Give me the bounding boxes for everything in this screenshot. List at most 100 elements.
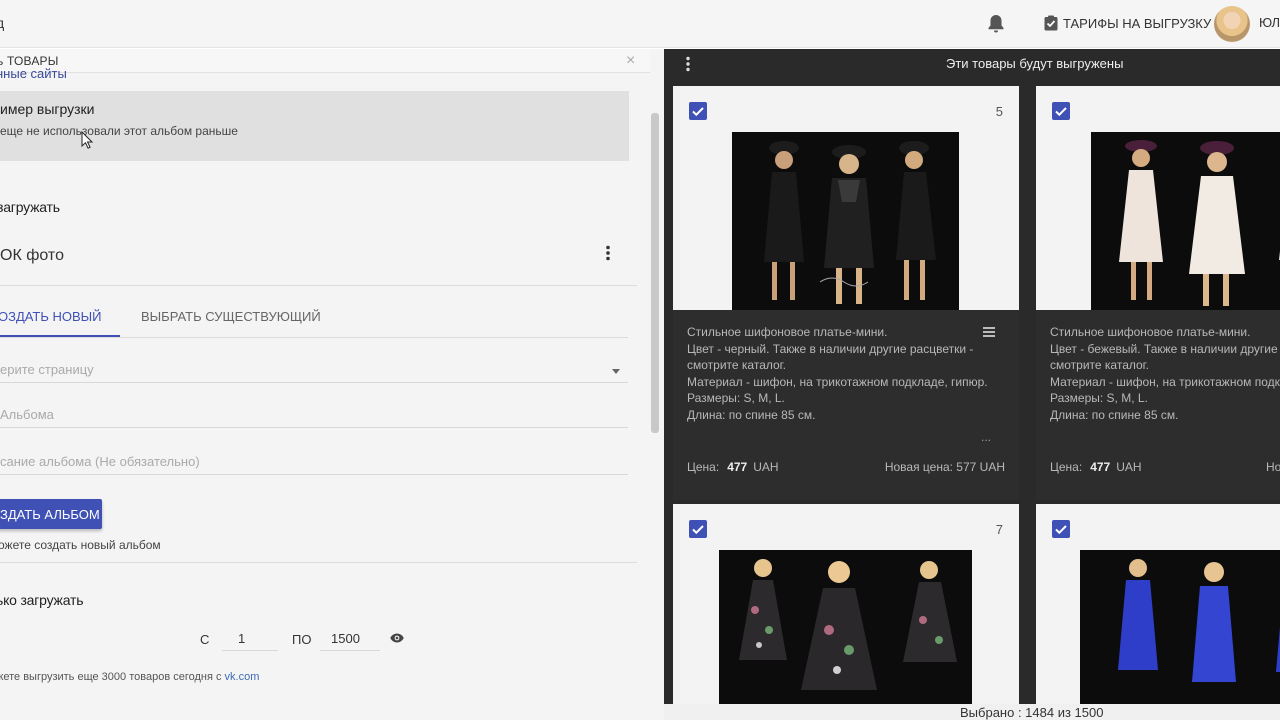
desc-line: Размеры: S, M, L. bbox=[687, 391, 785, 406]
product-checkbox[interactable] bbox=[689, 520, 707, 538]
price-currency: UAH bbox=[1116, 460, 1142, 474]
desc-line: Стильное шифоновое платье-мини. bbox=[1050, 325, 1251, 339]
product-number: 7 bbox=[995, 522, 1003, 537]
product-description: Стильное шифоновое платье-мини. Цвет - ч… bbox=[687, 324, 1005, 424]
price: Цена: 477 UAH bbox=[1050, 460, 1142, 474]
album-description-placeholder: сание альбома (Не обязательно) bbox=[0, 454, 200, 469]
card-details: Стильное шифоновое платье-мини. Цвет - б… bbox=[1036, 310, 1280, 500]
daily-limit-message: жете выгрузить еще 3000 товаров сегодня … bbox=[0, 671, 225, 683]
desc-line: Материал - шифон, на трикотажном подклад… bbox=[687, 374, 988, 389]
price-label: Цена: bbox=[687, 460, 720, 474]
album-name-field[interactable]: Альбома bbox=[0, 404, 628, 428]
check-icon bbox=[692, 525, 704, 535]
range-from-input[interactable] bbox=[222, 627, 278, 651]
selection-count: Выбрано : 1484 из 1500 bbox=[960, 705, 1104, 720]
desc-line: Длина: по спине 85 см. bbox=[1050, 407, 1179, 422]
tab-create-new[interactable]: ОЗДАТЬ НОВЫЙ bbox=[0, 309, 102, 324]
dress-photo-image bbox=[1091, 132, 1280, 310]
album-description-field[interactable]: сание альбома (Не обязательно) bbox=[0, 451, 628, 475]
example-box: имер выгрузки еще не использовали этот а… bbox=[0, 91, 629, 161]
desc-line: Длина: по спине 85 см. bbox=[687, 407, 816, 422]
selection-status-bar: Выбрано : 1484 из 1500 bbox=[664, 704, 1280, 720]
range-to-label: ПО bbox=[292, 632, 312, 647]
vk-link[interactable]: vk.com bbox=[225, 671, 260, 683]
album-name-placeholder: Альбома bbox=[0, 407, 54, 422]
product-checkbox[interactable] bbox=[1052, 520, 1070, 538]
divider bbox=[0, 285, 637, 286]
card-image-area: 7 bbox=[673, 504, 1019, 720]
product-photo bbox=[1091, 132, 1280, 310]
tab-choose-existing[interactable]: ВЫБРАТЬ СУЩЕСТВУЮЩИЙ bbox=[141, 309, 321, 324]
range-from-label: С bbox=[200, 632, 210, 647]
daily-limit-text: жете выгрузить еще 3000 товаров сегодня … bbox=[0, 671, 259, 683]
panel-header: ь ТОВАРЫ × bbox=[0, 49, 650, 73]
desc-line: Размеры: S, M, L. bbox=[1050, 391, 1148, 406]
mouse-cursor-icon bbox=[81, 131, 93, 149]
preview-title: Эти товары будут выгружены bbox=[946, 56, 1124, 71]
eye-icon[interactable] bbox=[390, 633, 404, 643]
bell-icon[interactable] bbox=[987, 14, 1005, 34]
desc-line: Цвет - черный. Также в наличии другие ра… bbox=[687, 341, 974, 356]
check-icon bbox=[692, 107, 704, 117]
more-text-button[interactable]: ... bbox=[981, 430, 991, 444]
dress-photo-image bbox=[719, 550, 972, 720]
price: Цена: 477 UAH bbox=[687, 460, 779, 474]
card-image-area bbox=[1036, 86, 1280, 310]
close-icon[interactable]: × bbox=[626, 52, 635, 70]
check-icon bbox=[1055, 107, 1067, 117]
dress-photo-image bbox=[1080, 550, 1280, 720]
create-album-hint: ожете создать новый альбом bbox=[0, 538, 161, 552]
app-title: д bbox=[0, 15, 5, 31]
top-bar: д ТАРИФЫ НА ВЫГРУЗКУ ЮЛ bbox=[0, 0, 1280, 48]
clipboard-check-icon bbox=[1044, 15, 1058, 31]
page-select[interactable]: ерите страницу bbox=[0, 359, 628, 383]
range-to-input[interactable] bbox=[320, 627, 380, 651]
product-number: 5 bbox=[995, 104, 1003, 119]
product-description: Стильное шифоновое платье-мини. Цвет - б… bbox=[1050, 324, 1280, 424]
price-label: Цена: bbox=[1050, 460, 1083, 474]
more-vert-icon[interactable] bbox=[603, 245, 613, 261]
scrollbar[interactable] bbox=[651, 113, 659, 433]
new-price[interactable]: Нова bbox=[1266, 460, 1280, 474]
product-photo bbox=[1080, 550, 1280, 720]
desc-line: смотрите каталог. bbox=[1050, 358, 1149, 373]
upload-to-label: загружать bbox=[0, 199, 60, 215]
product-checkbox[interactable] bbox=[689, 102, 707, 120]
product-card[interactable]: 7 bbox=[673, 504, 1019, 720]
price-value: 477 bbox=[1090, 460, 1111, 474]
product-card[interactable]: Стильное шифоновое платье-мини. Цвет - б… bbox=[1036, 86, 1280, 500]
user-name[interactable]: ЮЛ bbox=[1259, 15, 1280, 30]
product-checkbox[interactable] bbox=[1052, 102, 1070, 120]
check-icon bbox=[1055, 525, 1067, 535]
more-vert-icon[interactable] bbox=[684, 56, 692, 72]
card-image-area bbox=[1036, 504, 1280, 720]
tariffs-button[interactable]: ТАРИФЫ НА ВЫГРУЗКУ bbox=[1043, 15, 1211, 31]
product-card[interactable] bbox=[1036, 504, 1280, 720]
dropdown-arrow-icon bbox=[612, 369, 620, 374]
tariffs-label: ТАРИФЫ НА ВЫГРУЗКУ bbox=[1063, 15, 1212, 31]
price-value: 477 bbox=[727, 460, 748, 474]
album-source: ОК фото bbox=[0, 247, 64, 264]
product-card[interactable]: 5 Стильное шифоновое платье-мини. Цвет -… bbox=[673, 86, 1019, 500]
list-icon[interactable] bbox=[983, 327, 995, 337]
divider bbox=[0, 562, 637, 563]
card-details: Стильное шифоновое платье-мини. Цвет - ч… bbox=[673, 310, 1019, 500]
sites-link[interactable]: нные сайты bbox=[0, 66, 67, 81]
only-upload-label: ько загружать bbox=[0, 592, 84, 608]
desc-line: Стильное шифоновое платье-мини. bbox=[687, 325, 888, 339]
desc-line: Цвет - бежевый. Также в наличии другие bbox=[1050, 341, 1278, 356]
product-photo bbox=[732, 132, 959, 310]
desc-line: смотрите каталог. bbox=[687, 358, 786, 373]
tabs-divider bbox=[0, 337, 628, 338]
price-currency: UAH bbox=[753, 460, 779, 474]
page-select-placeholder: ерите страницу bbox=[0, 362, 94, 377]
card-image-area: 5 bbox=[673, 86, 1019, 310]
products-preview-panel: Эти товары будут выгружены 5 Стильное ши… bbox=[664, 49, 1280, 720]
new-price[interactable]: Новая цена: 577 UAH bbox=[885, 460, 1005, 474]
create-album-button[interactable]: ЗДАТЬ АЛЬБОМ bbox=[0, 499, 102, 529]
dress-photo-image bbox=[732, 132, 959, 310]
avatar[interactable] bbox=[1214, 6, 1250, 42]
example-subtitle: еще не использовали этот альбом раньше bbox=[0, 124, 238, 138]
desc-line: Материал - шифон, на трикотажном подкл bbox=[1050, 374, 1280, 389]
upload-settings-panel: ь ТОВАРЫ × нные сайты имер выгрузки еще … bbox=[0, 49, 664, 720]
